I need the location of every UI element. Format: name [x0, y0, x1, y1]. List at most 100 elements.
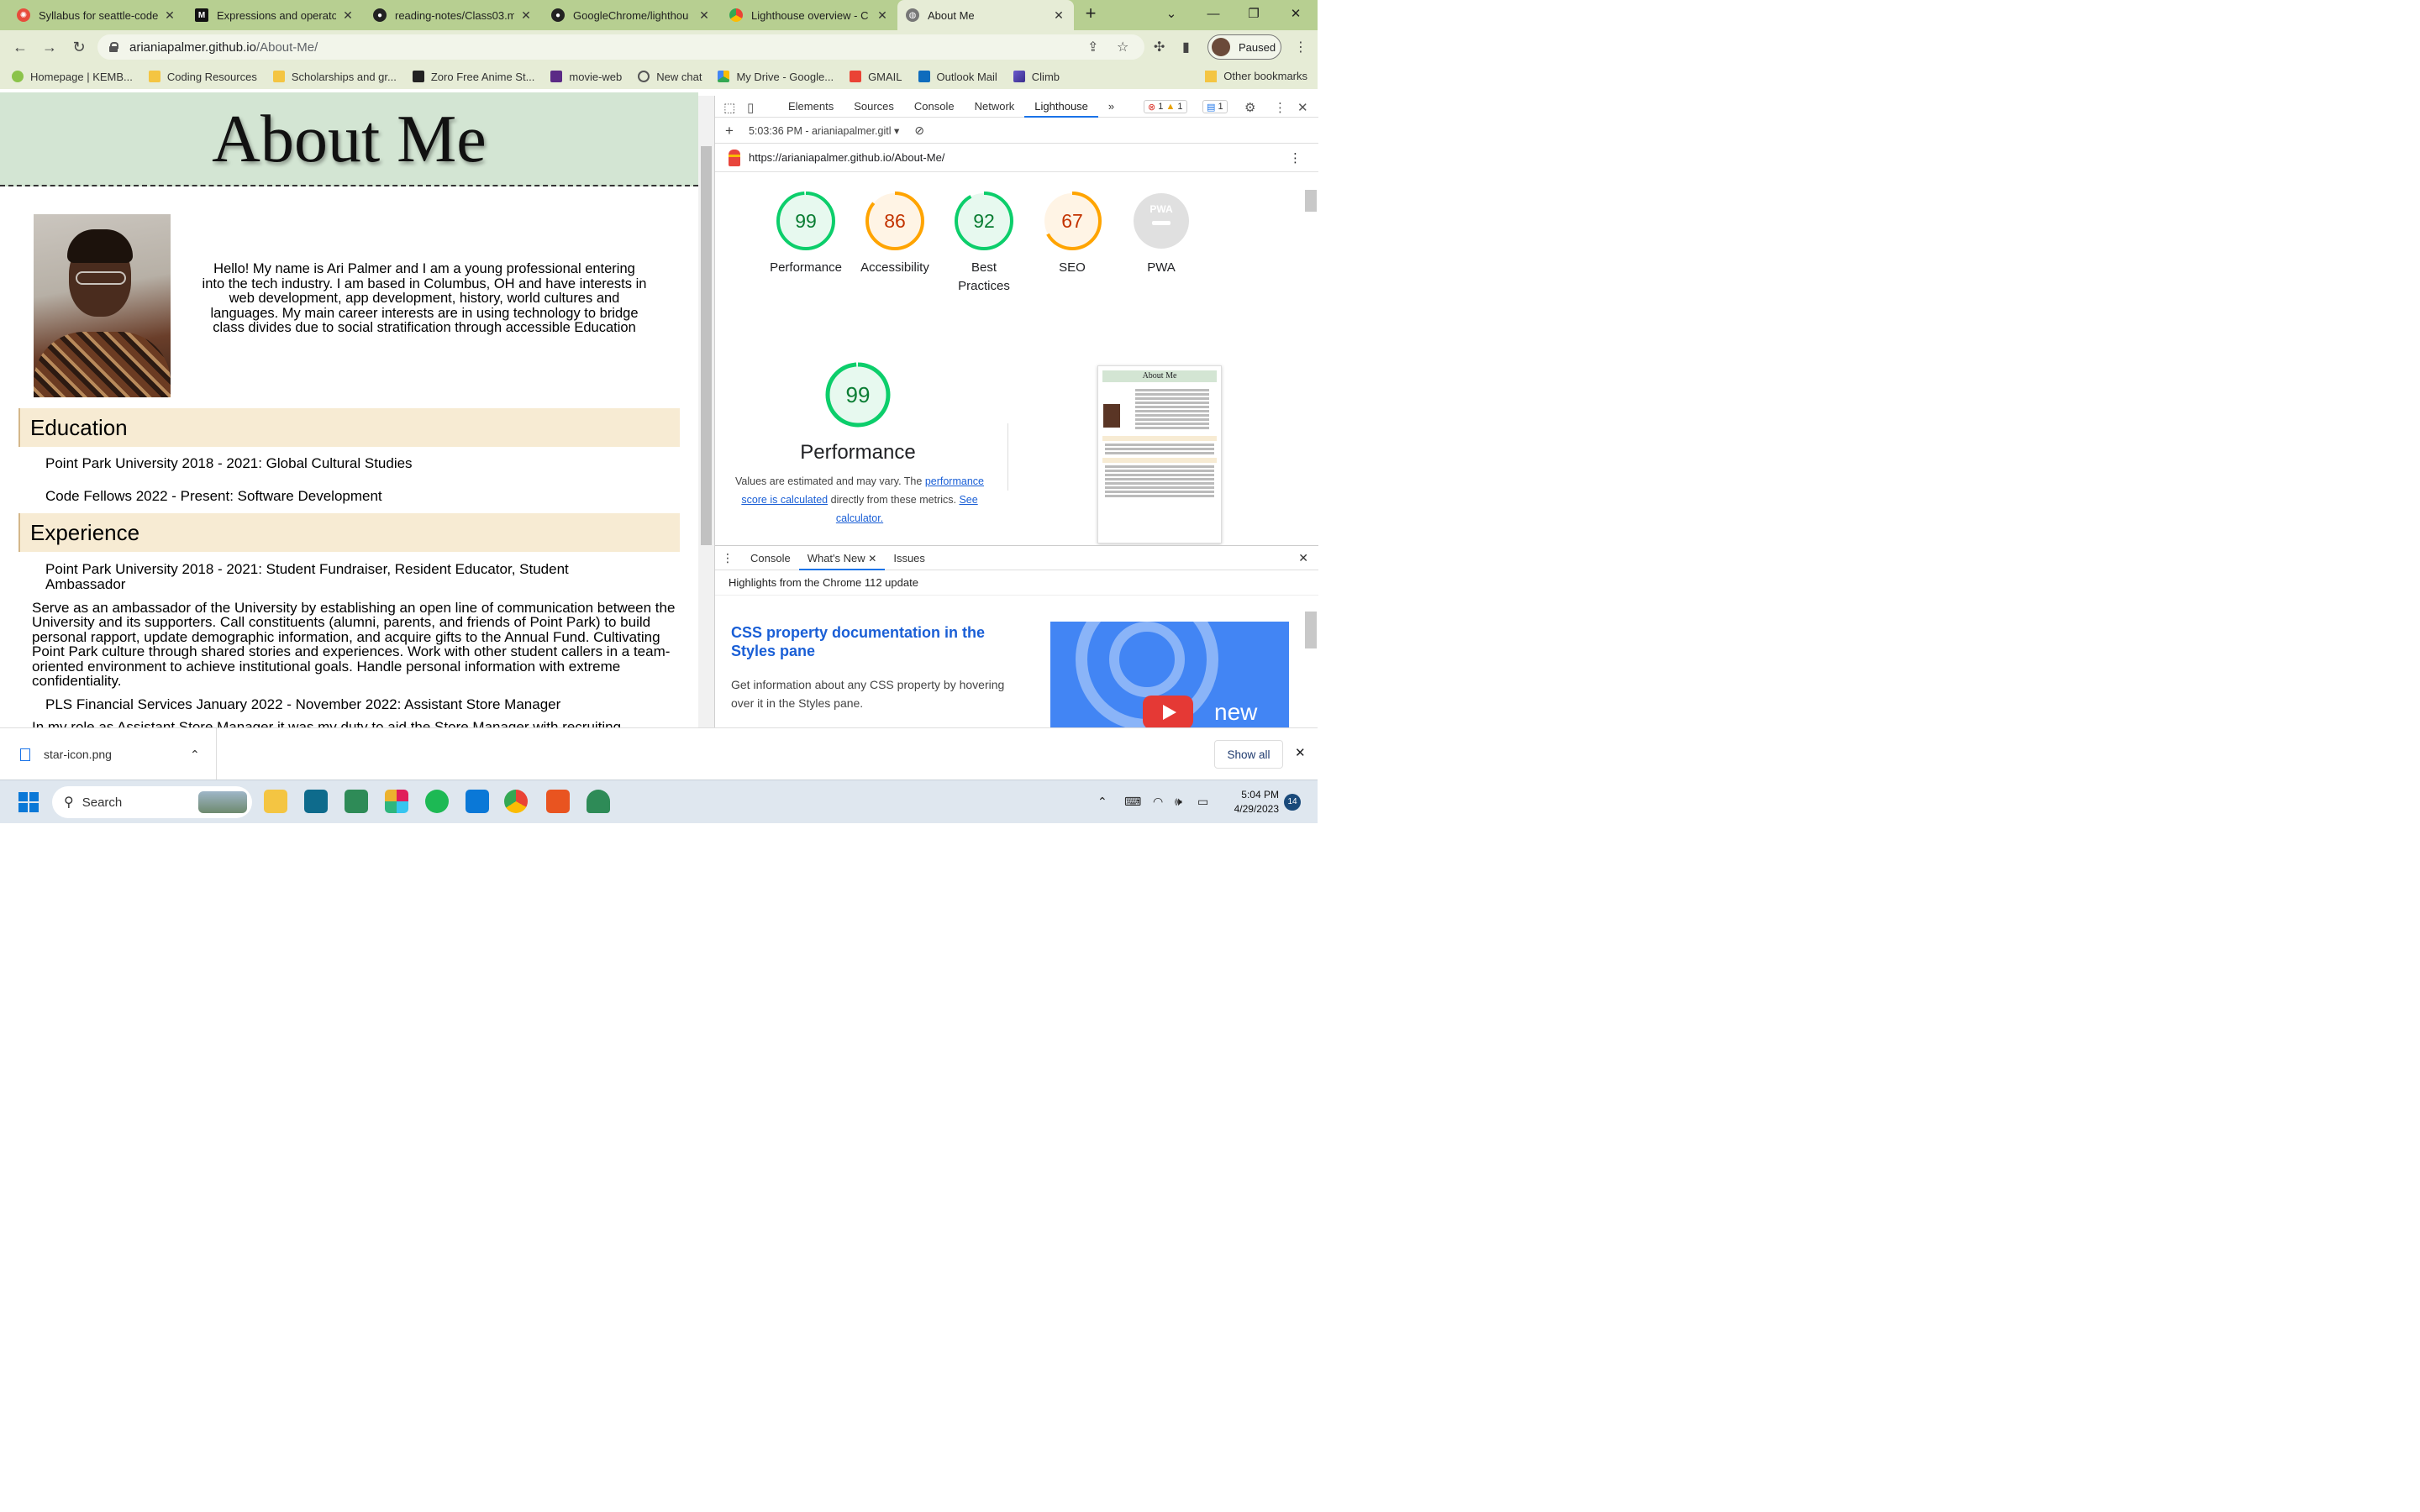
- drawer-tab-whats-new[interactable]: What's New ✕: [798, 546, 886, 570]
- bookmark-item[interactable]: Outlook Mail: [918, 71, 997, 83]
- score-gauge[interactable]: 99 Performance: [764, 191, 848, 277]
- devtools-scrollbar[interactable]: [1303, 173, 1318, 543]
- more-tabs-button[interactable]: »: [1098, 96, 1124, 118]
- bookmark-item[interactable]: Climb: [1013, 71, 1060, 83]
- keyboard-icon[interactable]: ⌨: [1124, 795, 1141, 809]
- close-icon[interactable]: ✕: [868, 553, 876, 564]
- browser-tab[interactable]: Lighthouse overview - C ✕: [721, 0, 897, 30]
- close-icon[interactable]: ✕: [163, 8, 176, 23]
- close-icon[interactable]: ✕: [1297, 100, 1308, 115]
- bookmark-item[interactable]: movie-web: [550, 71, 622, 83]
- share-icon[interactable]: ⇪: [1087, 39, 1098, 55]
- drawer-tab-console[interactable]: Console: [742, 546, 799, 570]
- side-panel-icon[interactable]: ▮: [1182, 39, 1190, 55]
- browser-tab[interactable]: ● GoogleChrome/lighthou ✕: [543, 0, 719, 30]
- folder-icon: [1205, 70, 1218, 82]
- report-select[interactable]: 5:03:36 PM - arianiapalmer.gitl ▾: [749, 124, 899, 137]
- device-toolbar-icon[interactable]: ▯: [747, 100, 754, 115]
- tab-network[interactable]: Network: [965, 96, 1025, 118]
- show-all-button[interactable]: Show all: [1214, 740, 1283, 769]
- report-url[interactable]: https://arianiapalmer.github.io/About-Me…: [749, 151, 944, 164]
- bookmark-item[interactable]: Coding Resources: [148, 71, 257, 83]
- new-tab-button[interactable]: +: [1076, 0, 1106, 27]
- system-clock[interactable]: 5:04 PM 4/29/2023: [1225, 788, 1279, 816]
- close-icon[interactable]: ✕: [341, 8, 355, 23]
- menu-icon[interactable]: ⋮: [1294, 39, 1307, 55]
- clear-icon[interactable]: ⊘: [914, 123, 924, 138]
- notification-badge[interactable]: 14: [1284, 794, 1301, 811]
- drawer-scrollbar[interactable]: [1303, 596, 1318, 728]
- tab-elements[interactable]: Elements: [778, 96, 844, 118]
- chevron-up-icon[interactable]: ⌃: [190, 748, 200, 762]
- bookmark-item[interactable]: GMAIL: [850, 71, 902, 83]
- browser-tab[interactable]: ● reading-notes/Class03.m ✕: [365, 0, 541, 30]
- tab-lighthouse[interactable]: Lighthouse: [1024, 96, 1098, 118]
- tab-console[interactable]: Console: [904, 96, 965, 118]
- profile-button[interactable]: Paused: [1207, 34, 1281, 60]
- chevron-up-icon[interactable]: ⌃: [1097, 795, 1107, 809]
- close-icon[interactable]: ✕: [1298, 551, 1308, 565]
- vscode-icon[interactable]: [466, 790, 489, 813]
- volume-icon[interactable]: 🕪: [1175, 795, 1182, 809]
- spotify-icon[interactable]: [425, 790, 449, 813]
- score-gauge[interactable]: PWA PWA: [1119, 191, 1203, 277]
- gear-icon[interactable]: ⚙: [1244, 100, 1255, 115]
- page-scrollbar[interactable]: [698, 96, 714, 727]
- inspect-icon[interactable]: ⬚: [723, 100, 735, 115]
- slack-icon[interactable]: [385, 790, 408, 813]
- back-button[interactable]: ←: [8, 35, 32, 59]
- other-bookmarks[interactable]: Other bookmarks: [1205, 70, 1307, 82]
- tab-sources[interactable]: Sources: [844, 96, 904, 118]
- score-gauge[interactable]: 67 SEO: [1030, 191, 1114, 277]
- add-report-icon[interactable]: +: [725, 123, 734, 139]
- play-icon[interactable]: [1143, 696, 1193, 727]
- messages-badge[interactable]: ▤ 1: [1202, 100, 1228, 113]
- ubuntu-icon[interactable]: [546, 790, 570, 813]
- forward-button[interactable]: →: [38, 35, 61, 59]
- extensions-icon[interactable]: ✣: [1154, 39, 1165, 55]
- restore-button[interactable]: ❐: [1234, 0, 1274, 27]
- whats-new-video[interactable]: new: [1050, 622, 1289, 727]
- close-icon[interactable]: ✕: [519, 8, 533, 23]
- scrollbar-thumb[interactable]: [1305, 612, 1317, 648]
- close-icon[interactable]: ✕: [697, 8, 711, 23]
- close-window-button[interactable]: ✕: [1276, 0, 1316, 27]
- tab-search-button[interactable]: ⌄: [1151, 0, 1192, 27]
- error-warning-badge[interactable]: ⊗ 1 ▲ 1: [1144, 100, 1187, 113]
- close-icon[interactable]: ✕: [1052, 8, 1065, 23]
- download-item[interactable]: star-icon.png ⌃: [0, 728, 217, 780]
- taskbar-search[interactable]: ⚲ Search: [52, 786, 252, 818]
- plumbob-icon[interactable]: [587, 790, 610, 813]
- file-explorer-icon[interactable]: [264, 790, 287, 813]
- tab-title: reading-notes/Class03.m: [395, 8, 514, 22]
- reload-button[interactable]: ↻: [67, 35, 91, 59]
- score-gauge[interactable]: 92 Best Practices: [942, 191, 1026, 296]
- dell-app-icon[interactable]: [304, 790, 328, 813]
- windows-start-icon[interactable]: [18, 792, 39, 812]
- minimize-button[interactable]: —: [1193, 0, 1234, 27]
- kebab-menu-icon[interactable]: ⋮: [1289, 150, 1302, 165]
- whats-new-title[interactable]: CSS property documentation in the Styles…: [731, 623, 1008, 660]
- battery-icon[interactable]: ▭: [1197, 795, 1208, 809]
- browser-tab[interactable]: ✺ Syllabus for seattle-code ✕: [8, 0, 185, 30]
- drawer-tab-issues[interactable]: Issues: [885, 546, 934, 570]
- scrollbar-thumb[interactable]: [701, 146, 712, 545]
- close-icon[interactable]: ✕: [876, 8, 889, 23]
- browser-tab[interactable]: M Expressions and operato ✕: [187, 0, 363, 30]
- star-icon[interactable]: ☆: [1117, 39, 1128, 55]
- bookmark-item[interactable]: New chat: [638, 71, 702, 83]
- bookmark-item[interactable]: Zoro Free Anime St...: [412, 71, 534, 83]
- bookmark-item[interactable]: Homepage | KEMB...: [12, 71, 133, 83]
- sims-icon[interactable]: [345, 790, 368, 813]
- wifi-icon[interactable]: ◠: [1153, 795, 1163, 809]
- browser-tab-active[interactable]: ◍ About Me ✕: [897, 0, 1074, 30]
- kebab-menu-icon[interactable]: ⋮: [1274, 100, 1286, 115]
- close-icon[interactable]: ✕: [1295, 745, 1306, 760]
- chrome-icon[interactable]: [504, 790, 528, 813]
- drawer-menu-icon[interactable]: ⋮: [722, 551, 734, 565]
- bookmark-item[interactable]: My Drive - Google...: [718, 71, 834, 83]
- address-bar[interactable]: arianiapalmer.github.io/About-Me/: [97, 34, 1144, 60]
- bookmark-item[interactable]: Scholarships and gr...: [272, 71, 397, 83]
- score-gauge[interactable]: 86 Accessibility: [853, 191, 937, 277]
- scrollbar-thumb[interactable]: [1305, 190, 1317, 212]
